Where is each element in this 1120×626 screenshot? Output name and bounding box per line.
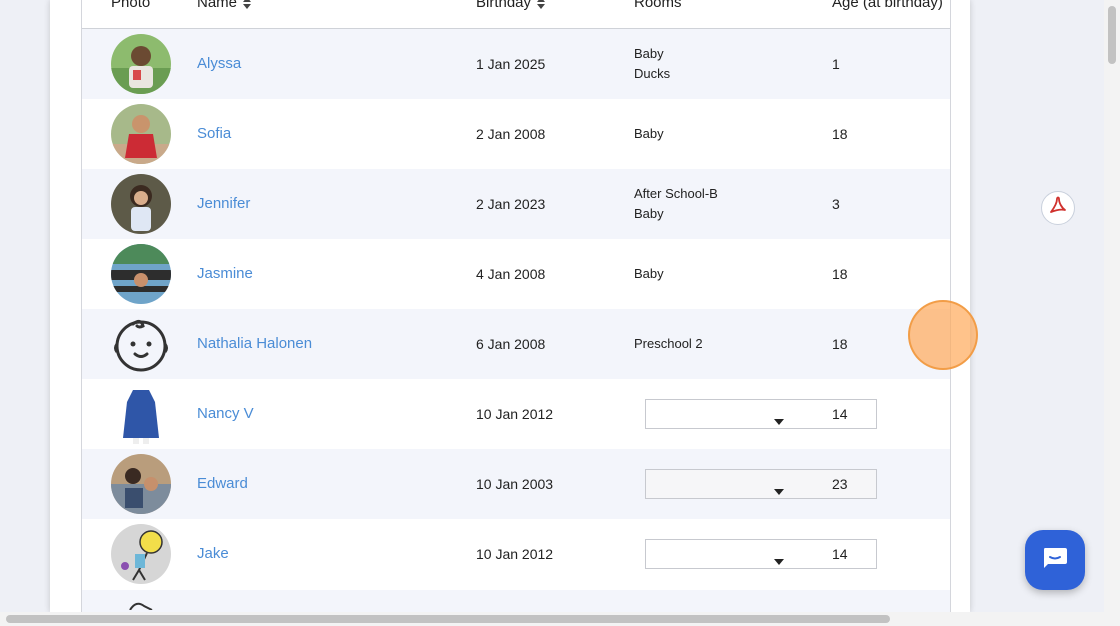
age-value: 1 [832,56,840,72]
header-rooms-label: Rooms [634,0,682,11]
header-age: Age (at birthday) [832,0,943,11]
caret-down-icon[interactable] [774,412,784,428]
age-value: 18 [832,266,848,282]
table-row: Jake 10 Jan 2012 14 [82,519,950,589]
age-value: 18 [832,336,848,352]
age-value: 23 [832,476,848,492]
child-name-link[interactable]: Edward [197,449,248,519]
header-age-label: Age (at birthday) [832,0,943,11]
children-table: Photo Name Birthday Rooms Age (at birthd… [81,0,951,612]
room-label: Preschool 2 [634,336,703,351]
child-name-link[interactable]: Jake [197,519,229,589]
birthday-value: 2 Jan 2008 [476,126,546,142]
room-select[interactable]: 14 [645,539,877,569]
avatar [111,384,171,444]
avatar [111,174,171,234]
avatar [129,602,153,610]
table-row: Nancy V 10 Jan 2012 14 [82,379,950,449]
avatar [111,524,171,584]
room-label: After School-B [634,186,718,201]
room-select[interactable]: 14 [645,399,877,429]
table-row: Alyssa 1 Jan 2025 Baby Ducks 1 [82,29,950,99]
pdf-export-button[interactable] [1041,191,1075,225]
header-rooms: Rooms [634,0,682,11]
table-row: Edward 10 Jan 2003 23 [82,449,950,519]
header-birthday[interactable]: Birthday [476,0,546,11]
child-name-link[interactable]: Jennifer [197,169,250,239]
birthday-value: 10 Jan 2012 [476,546,554,562]
chat-launcher-button[interactable] [1025,530,1085,590]
age-value: 14 [832,546,848,562]
header-name-label: Name [197,0,238,11]
table-row: Sofia 2 Jan 2008 Baby 18 [82,99,950,169]
table-row: Jennifer 2 Jan 2023 After School-B Baby … [82,169,950,239]
child-name-link[interactable]: Jasmine [197,239,253,309]
header-name[interactable]: Name [197,0,252,11]
child-name-link[interactable]: Alyssa [197,29,241,99]
caret-down-icon[interactable] [774,482,784,498]
child-name-link[interactable]: Nathalia Halonen [197,309,312,379]
room-select[interactable]: 23 [645,469,877,499]
birthday-value: 6 Jan 2008 [476,336,546,352]
birthday-value: 2 Jan 2023 [476,196,546,212]
age-value: 3 [832,196,840,212]
header-photo: Photo [111,0,150,11]
table-header: Photo Name Birthday Rooms Age (at birthd… [82,0,950,29]
table-row [82,590,950,612]
caret-down-icon[interactable] [774,552,784,568]
rooms-list: Baby [634,99,664,169]
room-label: Baby [634,46,664,61]
avatar [111,104,171,164]
rooms-list: After School-B Baby [634,169,718,239]
rooms-list: Baby Ducks [634,29,670,99]
age-value: 14 [832,406,848,422]
child-name-link[interactable]: Sofia [197,99,231,169]
header-birthday-label: Birthday [476,0,532,11]
cursor-highlight [908,300,978,370]
room-label: Baby [634,206,664,221]
avatar [111,454,171,514]
avatar [111,244,171,304]
birthday-value: 10 Jan 2012 [476,406,554,422]
child-name-link[interactable]: Nancy V [197,379,254,449]
rooms-list: Preschool 2 [634,309,703,379]
room-label: Baby [634,126,664,141]
vertical-scrollbar[interactable] [1104,0,1120,612]
room-label: Baby [634,266,664,281]
avatar [111,34,171,94]
birthday-value: 10 Jan 2003 [476,476,554,492]
age-value: 18 [832,126,848,142]
baby-face-icon [111,314,171,374]
sort-icon[interactable] [242,0,252,10]
birthday-value: 4 Jan 2008 [476,266,546,282]
birthday-value: 1 Jan 2025 [476,56,546,72]
header-photo-label: Photo [111,0,151,11]
vertical-scrollbar-thumb[interactable] [1108,6,1116,64]
chat-icon [1042,546,1068,575]
table-row: Jasmine 4 Jan 2008 Baby 18 [82,239,950,309]
pdf-icon [1048,196,1068,221]
horizontal-scrollbar-thumb[interactable] [6,615,890,623]
sort-icon[interactable] [536,0,546,10]
rooms-list: Baby [634,239,664,309]
room-label: Ducks [634,66,671,81]
table-row: Nathalia Halonen 6 Jan 2008 Preschool 2 … [82,309,950,379]
